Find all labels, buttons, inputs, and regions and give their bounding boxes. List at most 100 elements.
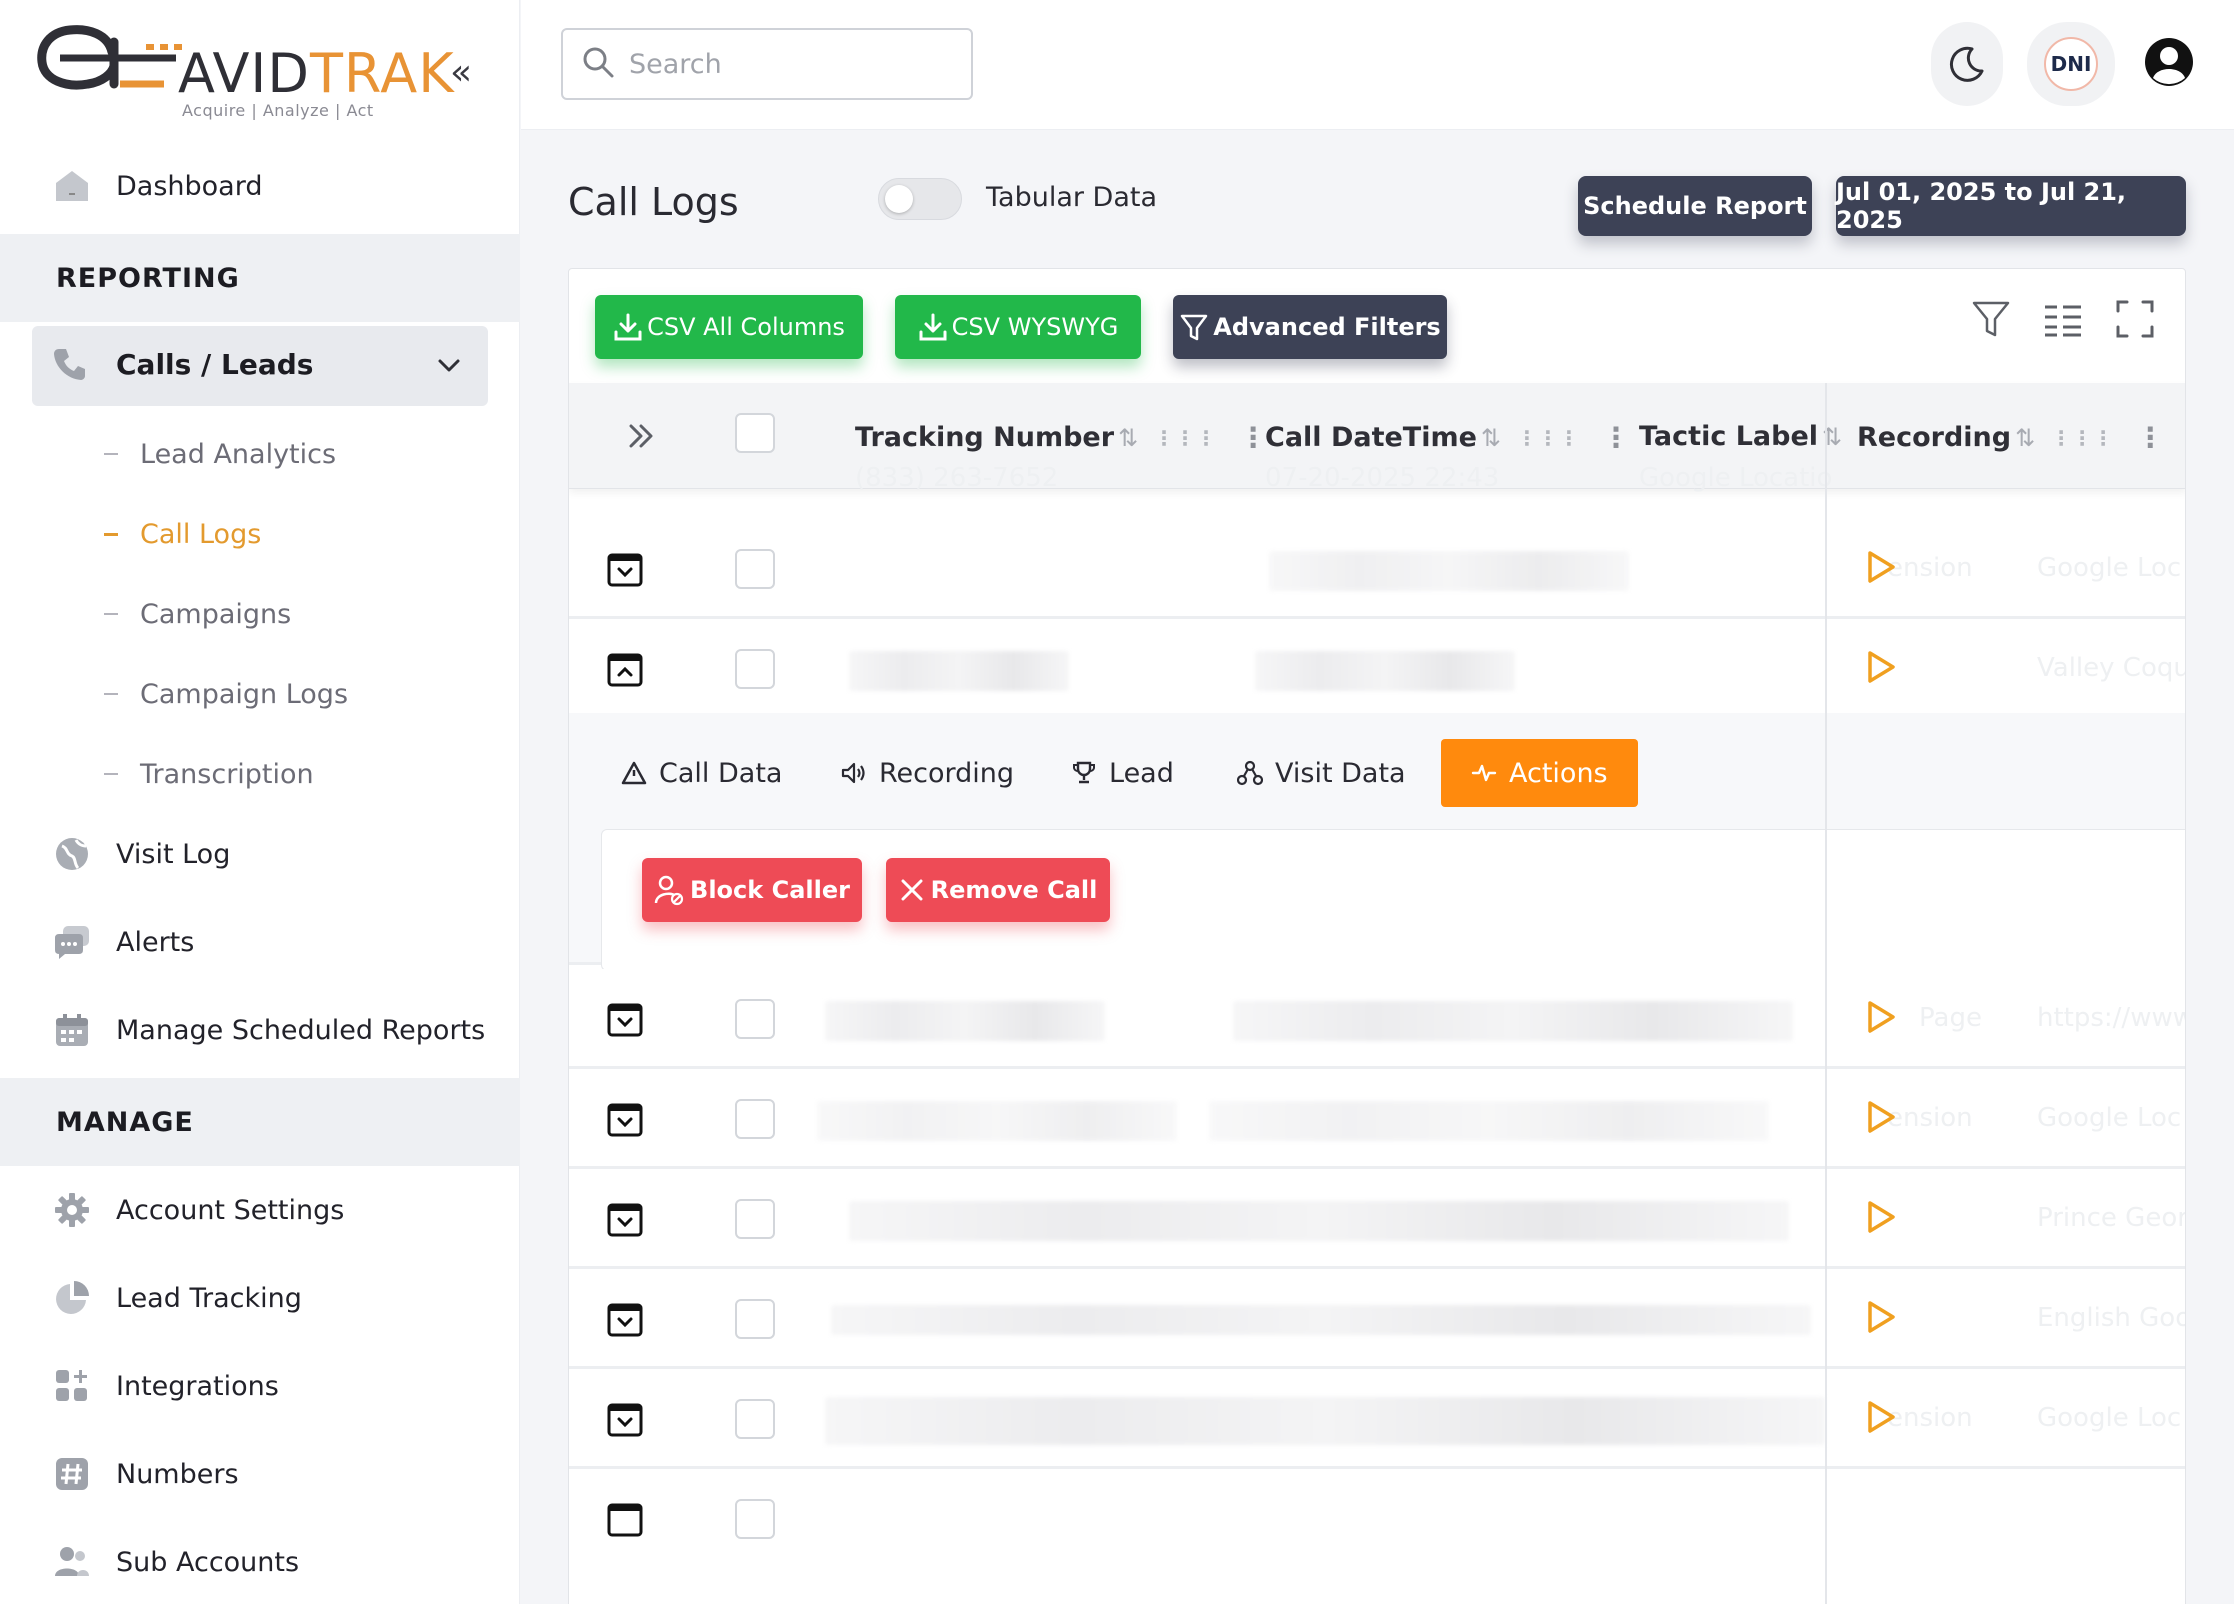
- column-filter-icon[interactable]: [1971, 299, 2011, 343]
- nav-visit-log[interactable]: Visit Log: [0, 822, 520, 886]
- faint-cell: Google Loc: [2037, 1403, 2182, 1433]
- drag-handle-icon[interactable]: ⋮⋮⋮: [2051, 426, 2114, 450]
- expand-row-icon[interactable]: [607, 1403, 643, 1441]
- table-row-expanded[interactable]: Valley Coqu: [569, 619, 2185, 719]
- select-all-checkbox[interactable]: [735, 413, 775, 453]
- sort-icon[interactable]: ⇅: [1118, 424, 1138, 452]
- tab-lead[interactable]: Lead: [1071, 739, 1174, 807]
- tab-recording[interactable]: Recording: [841, 739, 1014, 807]
- play-recording-icon[interactable]: [1865, 1299, 1897, 1339]
- faint-cell: Google Loc: [2037, 1103, 2182, 1133]
- drag-handle-icon[interactable]: ⋮⋮⋮: [1154, 426, 1217, 450]
- tab-visit-data[interactable]: Visit Data: [1237, 739, 1406, 807]
- csv-wysiwyg-label: CSV WYSWYG: [951, 313, 1119, 341]
- nav-numbers[interactable]: Numbers: [0, 1442, 520, 1506]
- user-avatar-icon[interactable]: [2143, 36, 2195, 92]
- column-header-recording[interactable]: Recording ⇅ ⋮⋮⋮ ⋮: [1857, 421, 2164, 454]
- nav-visit-log-label: Visit Log: [116, 838, 231, 870]
- play-recording-icon[interactable]: [1865, 999, 1897, 1039]
- column-menu-icon[interactable]: ⋮: [2136, 421, 2164, 454]
- nav-lead-analytics[interactable]: Lead Analytics: [104, 430, 336, 478]
- avidtrak-logo[interactable]: AVIDTRAK Acquire | Analyze | Act: [36, 22, 476, 130]
- grid-plus-icon: [52, 1366, 92, 1406]
- play-recording-icon[interactable]: [1865, 1099, 1897, 1139]
- faint-cell: https://www: [2037, 1003, 2186, 1033]
- nav-alerts[interactable]: Alerts: [0, 910, 520, 974]
- column-menu-icon[interactable]: ⋮: [1239, 421, 1267, 454]
- nav-alerts-label: Alerts: [116, 926, 195, 958]
- dark-mode-toggle[interactable]: [1931, 22, 2003, 106]
- nav-campaigns[interactable]: Campaigns: [104, 590, 291, 638]
- expand-row-icon[interactable]: [607, 1203, 643, 1241]
- nav-calls-leads[interactable]: Calls / Leads: [32, 326, 488, 406]
- density-icon[interactable]: [2043, 299, 2083, 343]
- calendar-icon: [52, 1010, 92, 1050]
- row-checkbox[interactable]: [735, 999, 775, 1039]
- search-box[interactable]: [561, 28, 973, 100]
- redacted-cell: [825, 1397, 1825, 1445]
- expand-row-icon[interactable]: [607, 1103, 643, 1141]
- play-recording-icon[interactable]: [1865, 549, 1897, 589]
- nav-sub-accounts[interactable]: Sub Accounts: [0, 1530, 520, 1594]
- collapse-row-icon[interactable]: [607, 653, 643, 691]
- nav-transcription[interactable]: Transcription: [104, 750, 314, 798]
- row-checkbox[interactable]: [735, 549, 775, 589]
- table-row[interactable]: Page https://www: [569, 969, 2186, 1069]
- row-checkbox[interactable]: [735, 649, 775, 689]
- csv-wysiwyg-button[interactable]: CSV WYSWYG: [895, 295, 1141, 359]
- advanced-filters-button[interactable]: Advanced Filters: [1173, 295, 1447, 359]
- sort-icon[interactable]: ⇅: [2015, 424, 2035, 452]
- table-row[interactable]: ension Google Loc: [569, 1069, 2185, 1169]
- row-checkbox[interactable]: [735, 1399, 775, 1439]
- column-header-call-datetime[interactable]: Call DateTime ⇅ ⋮⋮⋮ ⋮: [1265, 421, 1630, 454]
- nav-lead-tracking[interactable]: Lead Tracking: [0, 1266, 520, 1330]
- table-row[interactable]: ension Google Loc: [569, 519, 2185, 619]
- fullscreen-icon[interactable]: [2115, 299, 2155, 343]
- nav-account-settings[interactable]: Account Settings: [0, 1178, 520, 1242]
- collapse-sidebar-icon[interactable]: «: [450, 52, 472, 93]
- table-row[interactable]: English Goo: [569, 1269, 2185, 1369]
- warning-triangle-icon: [621, 761, 647, 785]
- phone-icon: [52, 346, 88, 386]
- remove-call-button[interactable]: Remove Call: [886, 858, 1110, 922]
- play-recording-icon[interactable]: [1865, 649, 1897, 689]
- csv-all-columns-button[interactable]: CSV All Columns: [595, 295, 863, 359]
- row-checkbox[interactable]: [735, 1199, 775, 1239]
- column-header-tracking-number[interactable]: Tracking Number ⇅ ⋮⋮⋮ ⋮: [855, 421, 1267, 454]
- expand-all-icon[interactable]: [625, 419, 659, 457]
- nav-call-logs[interactable]: Call Logs: [104, 510, 261, 558]
- nav-calls-leads-label: Calls / Leads: [116, 348, 314, 381]
- column-menu-icon[interactable]: ⋮: [1602, 421, 1630, 454]
- table-row[interactable]: Prince Geor: [569, 1169, 2185, 1269]
- table-header: (833) 263-7652 07-20-2025 22:43 Google L…: [569, 383, 2185, 493]
- play-recording-icon[interactable]: [1865, 1399, 1897, 1439]
- drag-handle-icon[interactable]: ⋮⋮⋮: [1517, 426, 1580, 450]
- column-header-tactic-label[interactable]: Tactic Label ⇅: [1639, 421, 1842, 452]
- search-input[interactable]: [629, 48, 949, 80]
- table-row[interactable]: ension Google Loc: [569, 1369, 2185, 1469]
- nav-dashboard[interactable]: Dashboard: [0, 154, 520, 218]
- expand-row-icon[interactable]: [607, 553, 643, 591]
- row-checkbox[interactable]: [735, 1299, 775, 1339]
- section-reporting: REPORTING: [0, 234, 520, 322]
- nav-integrations[interactable]: Integrations: [0, 1354, 520, 1418]
- sort-icon[interactable]: ⇅: [1481, 424, 1501, 452]
- date-range-button[interactable]: Jul 01, 2025 to Jul 21, 2025: [1836, 176, 2186, 236]
- table-row[interactable]: [569, 1469, 2185, 1569]
- redacted-cell: [825, 1001, 1105, 1041]
- nav-campaign-logs[interactable]: Campaign Logs: [104, 670, 348, 718]
- block-caller-button[interactable]: Block Caller: [642, 858, 862, 922]
- dni-button[interactable]: DNI: [2027, 22, 2115, 106]
- expand-row-icon[interactable]: [607, 1003, 643, 1041]
- schedule-report-button[interactable]: Schedule Report: [1578, 176, 1812, 236]
- tab-actions[interactable]: Actions: [1441, 739, 1638, 807]
- expand-row-icon[interactable]: [607, 1503, 643, 1541]
- tabular-data-toggle[interactable]: [878, 178, 962, 220]
- expand-row-icon[interactable]: [607, 1303, 643, 1341]
- tab-call-data[interactable]: Call Data: [621, 739, 782, 807]
- row-checkbox[interactable]: [735, 1099, 775, 1139]
- play-recording-icon[interactable]: [1865, 1199, 1897, 1239]
- nav-manage-scheduled-reports[interactable]: Manage Scheduled Reports: [0, 998, 520, 1062]
- home-icon: [52, 166, 92, 206]
- row-checkbox[interactable]: [735, 1499, 775, 1539]
